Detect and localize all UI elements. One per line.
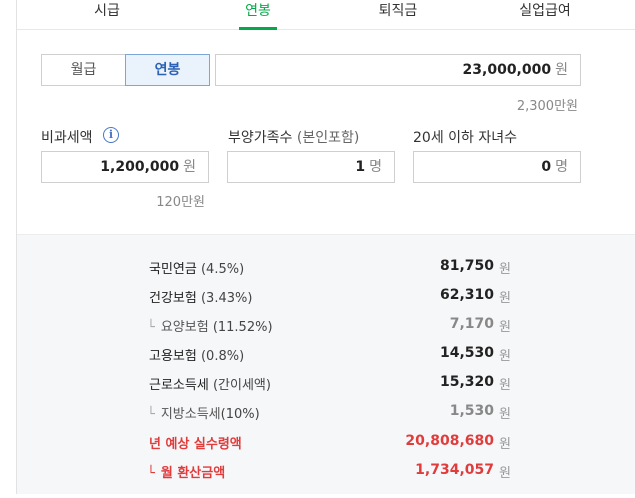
branch-icon: └ [147,407,155,422]
salary-input[interactable]: 23,000,000 원 [215,54,581,86]
result-row-income-tax: 근로소득세 (간이세액) 15,320 원 [17,374,635,394]
children-value: 0 [541,159,552,175]
result-label-rate: (0.8%) [200,349,245,364]
result-label: 년 예상 실수령액 [149,433,242,452]
nontax-unit: 원 [183,159,196,175]
annual-toggle-button[interactable]: 연봉 [125,54,210,86]
tab-label: 연봉 [245,3,271,19]
dependents-value: 1 [355,159,366,175]
result-value: 81,750 [439,258,494,274]
children-unit: 명 [555,159,568,175]
result-value: 1,530 [449,403,494,419]
result-value: 62,310 [439,287,494,303]
result-unit: 원 [499,466,511,481]
result-label: 근로소득세 (간이세액) [149,374,271,393]
tab-annual[interactable]: 연봉 [239,0,277,30]
nontax-value: 1,200,000 [100,159,180,175]
result-row-monthly-net: └ 월 환산금액 1,734,057 원 [17,462,635,482]
result-label-text: 요양보험 [160,320,209,335]
salary-unit: 원 [555,62,568,78]
result-unit: 원 [499,407,511,422]
salary-value: 23,000,000 [462,62,552,78]
result-row-national-pension: 국민연금 (4.5%) 81,750 원 [17,258,635,278]
nontax-input[interactable]: 1,200,000 원 [41,151,209,183]
calculator-tabs: 시급 연봉 퇴직금 실업급여 [17,0,635,30]
result-value: 15,320 [439,374,494,390]
result-label: └ 지방소득세(10%) [147,403,260,422]
result-label: 고용보험 (0.8%) [149,345,244,364]
result-value: 7,170 [449,316,494,332]
salary-calculator: 시급 연봉 퇴직금 실업급여 월급 연봉 23,000,000 원 2,300만원… [16,0,635,494]
tab-hourly[interactable]: 시급 [77,0,137,30]
result-label-rate: (10%) [220,407,260,422]
result-label: 국민연금 (4.5%) [149,258,244,277]
tab-label: 시급 [94,3,120,19]
result-label-rate: (4.5%) [200,262,245,277]
result-row-longterm-care: └ 요양보험 (11.52%) 7,170 원 [17,316,635,336]
result-label-text: 국민연금 [149,262,197,277]
result-row-annual-net: 년 예상 실수령액 20,808,680 원 [17,433,635,453]
result-label: └ 요양보험 (11.52%) [147,316,273,335]
tab-label: 실업급여 [519,3,571,19]
children-input[interactable]: 0명 [413,151,581,183]
result-unit: 원 [499,378,511,393]
result-label-rate: (간이세액) [212,378,271,393]
results-panel: 국민연금 (4.5%) 81,750 원 건강보험 (3.43%) 62,310… [17,234,635,494]
dependents-input[interactable]: 1명 [227,151,395,183]
monthly-toggle-button[interactable]: 월급 [41,54,126,86]
result-label-text: 건강보험 [149,291,197,306]
dependents-unit: 명 [369,159,382,175]
result-row-health-insurance: 건강보험 (3.43%) 62,310 원 [17,287,635,307]
result-label-rate: (3.43%) [200,291,253,306]
result-unit: 원 [499,291,511,306]
result-value: 14,530 [439,345,494,361]
info-icon[interactable]: i [103,127,119,143]
result-row-employment-insurance: 고용보험 (0.8%) 14,530 원 [17,345,635,365]
result-unit: 원 [499,437,511,452]
branch-icon: └ [147,320,155,335]
dependents-label-note: (본인포함) [296,130,360,146]
children-label: 20세 이하 자녀수 [413,130,517,146]
nontax-label: 비과세액 [41,130,93,146]
result-unit: 원 [499,320,511,335]
salary-summary: 2,300만원 [516,99,578,114]
result-label-text: 고용보험 [149,349,197,364]
dependents-label: 부양가족수 (본인포함) [228,127,359,147]
dependents-label-text: 부양가족수 [228,130,293,146]
result-label: └ 월 환산금액 [147,462,225,481]
result-label-text: 근로소득세 [149,378,209,393]
result-label-text: 년 예상 실수령액 [149,437,242,452]
result-label-text: 지방소득세 [160,407,221,422]
result-label: 건강보험 (3.43%) [149,287,252,306]
result-row-local-income-tax: └ 지방소득세(10%) 1,530 원 [17,403,635,423]
tab-label: 퇴직금 [378,3,418,19]
result-value: 1,734,057 [415,462,494,478]
result-value: 20,808,680 [405,433,494,449]
tab-unemployment[interactable]: 실업급여 [503,0,587,30]
result-label-rate: (11.52%) [212,320,273,335]
result-unit: 원 [499,349,511,364]
branch-icon: └ [147,466,155,481]
nontax-summary: 120만원 [156,195,205,210]
result-label-text: 월 환산금액 [160,466,226,481]
result-unit: 원 [499,262,511,277]
tab-severance[interactable]: 퇴직금 [363,0,433,30]
